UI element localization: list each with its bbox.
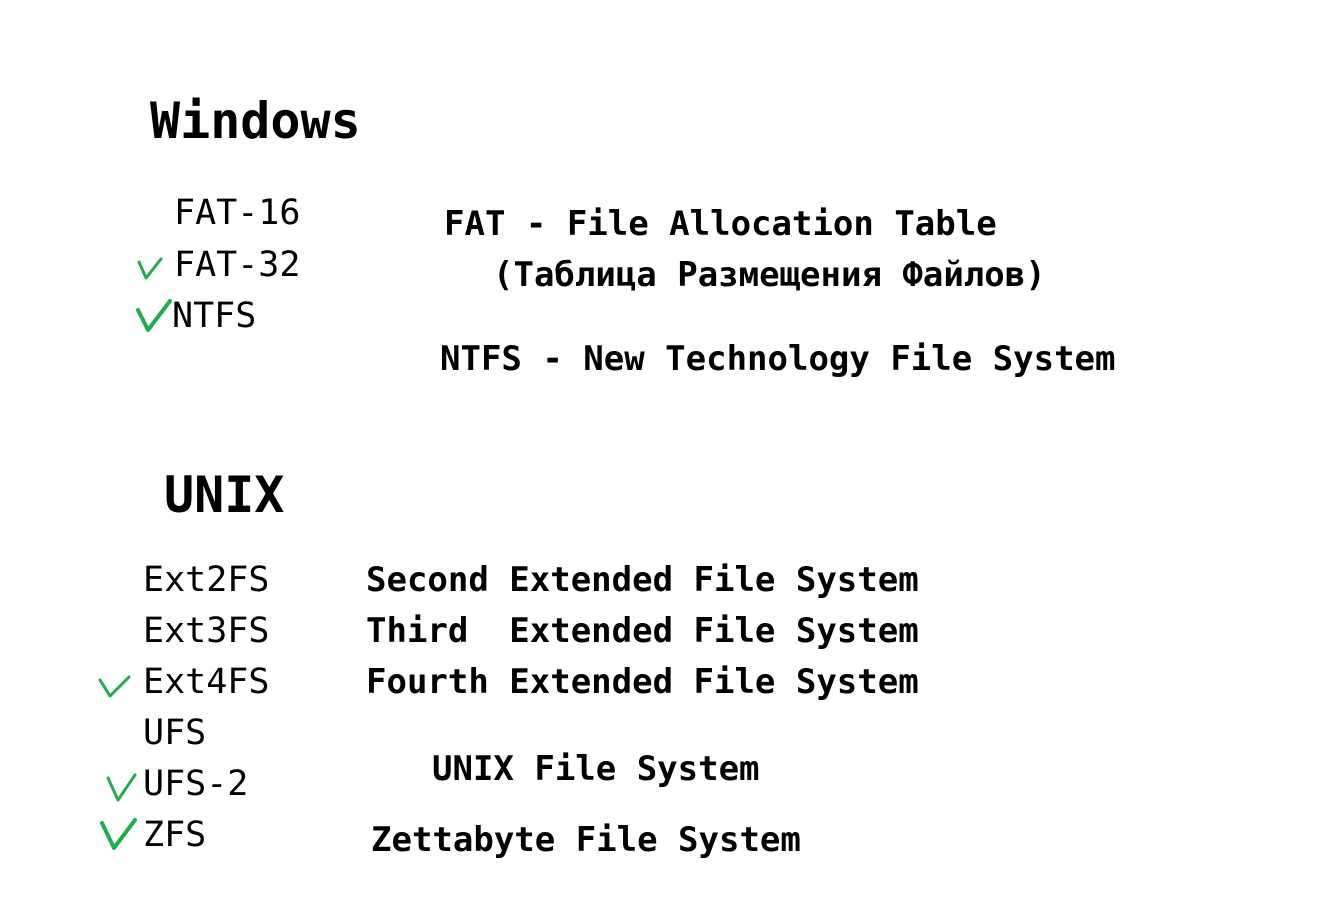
fat-russian-description: (Таблица Размещения Файлов) [493,255,1046,295]
windows-item-fat32: FAT-32 [174,245,301,285]
unix-heading: UNIX [164,466,285,524]
unix-item-ext4fs: Ext4FS [143,662,270,702]
unix-item-zfs: ZFS [143,815,207,855]
windows-item-ntfs: NTFS [172,296,257,336]
unix-item-ufs2: UFS-2 [143,764,249,804]
unix-item-ufs: UFS [143,713,207,753]
check-icon [137,257,163,280]
unix-item-ext2fs: Ext2FS [143,560,270,600]
zfs-description: Zettabyte File System [371,820,801,860]
ext2fs-description: Second Extended File System [366,560,919,600]
windows-heading: Windows [150,92,361,150]
windows-item-fat16: FAT-16 [174,193,301,233]
check-icon [106,773,137,802]
check-icon [136,299,172,332]
check-icon [100,818,137,850]
ext4fs-description: Fourth Extended File System [366,662,919,702]
ntfs-description: NTFS - New Technology File System [440,339,1116,379]
check-icon [98,675,131,698]
ufs-description: UNIX File System [432,749,760,789]
unix-item-ext3fs: Ext3FS [143,611,270,651]
fat-description: FAT - File Allocation Table [444,204,997,244]
ext3fs-description: Third Extended File System [366,611,919,651]
